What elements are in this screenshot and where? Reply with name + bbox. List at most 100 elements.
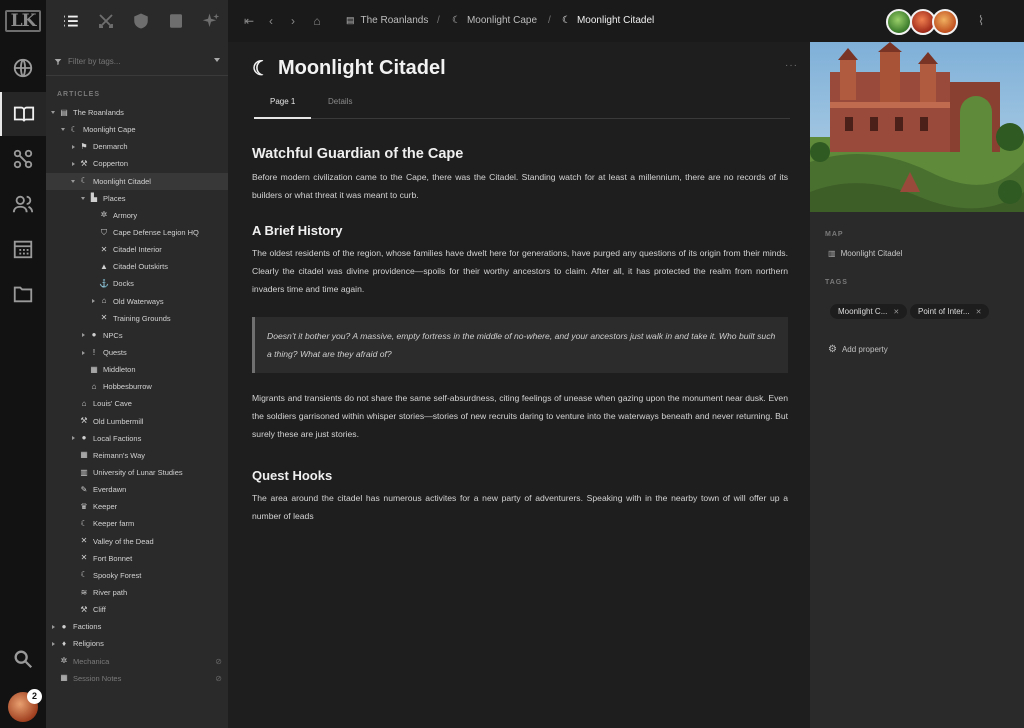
- gear-plus-icon: ⚙: [828, 344, 837, 355]
- columns-icon: ⌂: [101, 296, 107, 306]
- breadcrumb-item[interactable]: ▤ The Roanlands: [346, 15, 428, 26]
- moon-icon: ☾: [80, 518, 88, 528]
- swords-icon: ✕: [80, 536, 88, 546]
- calendar-icon[interactable]: [0, 227, 46, 271]
- forward-arrow-icon[interactable]: ›: [286, 14, 300, 28]
- chevron-right-icon[interactable]: [49, 624, 57, 629]
- tree-item[interactable]: ☾ Keeper farm: [46, 515, 228, 532]
- tree-item[interactable]: ✲ Mechanica ⊘: [46, 653, 228, 670]
- tag-chip[interactable]: Point of Inter... ✕: [910, 304, 990, 319]
- chevron-down-icon[interactable]: [79, 196, 87, 200]
- top-bar: ⇤ ‹ › ⌂ ▤ The Roanlands / ☾ Moonlight Ca…: [228, 0, 1024, 42]
- crossed-swords-icon[interactable]: [89, 0, 124, 42]
- articles-book-icon[interactable]: [0, 92, 46, 136]
- tree-item[interactable]: ☾ Moonlight Cape: [46, 121, 228, 138]
- shield-icon[interactable]: [124, 0, 159, 42]
- list-icon[interactable]: [54, 0, 89, 42]
- collapse-sidebar-icon[interactable]: ⇤: [242, 14, 256, 28]
- tree-item[interactable]: ● NPCs: [46, 327, 228, 344]
- chevron-down-icon[interactable]: [69, 179, 77, 183]
- tree-item-label: Religions: [73, 639, 104, 649]
- paragraph: The area around the citadel has numerous…: [252, 493, 788, 521]
- chevron-right-icon[interactable]: [49, 641, 57, 646]
- tree-item[interactable]: ! Quests: [46, 344, 228, 361]
- tree-item[interactable]: ● Local Factions: [46, 430, 228, 447]
- sparkles-icon[interactable]: [193, 0, 228, 42]
- tree-item[interactable]: ▤ The Roanlands: [46, 104, 228, 121]
- close-icon[interactable]: ✕: [976, 309, 982, 316]
- eye-off-icon[interactable]: ⊘: [215, 657, 222, 666]
- tree-item[interactable]: ✕ Fort Bonnet: [46, 550, 228, 567]
- player-avatar[interactable]: [886, 9, 912, 35]
- chevron-down-icon[interactable]: [214, 58, 220, 62]
- tree-item[interactable]: ▦ Middleton: [46, 361, 228, 378]
- tree-item[interactable]: ✕ Training Grounds: [46, 310, 228, 327]
- chevron-right-icon[interactable]: [79, 350, 87, 355]
- eye-off-icon[interactable]: ⊘: [215, 674, 222, 683]
- chevron-right-icon[interactable]: [89, 299, 97, 304]
- tree-item[interactable]: ⌂ Louis' Cave: [46, 395, 228, 412]
- tree-item[interactable]: ⚒ Cliff: [46, 601, 228, 618]
- gear-icon: ✲: [100, 210, 108, 220]
- tree-item-label: Armory: [113, 210, 138, 220]
- exclamation-icon: !: [92, 347, 96, 357]
- tree-item[interactable]: ⚑ Denmarch: [46, 138, 228, 155]
- tree-item[interactable]: ▦ Reimann's Way: [46, 447, 228, 464]
- activity-pulse-icon[interactable]: ⌇: [974, 14, 988, 28]
- folder-icon[interactable]: [0, 272, 46, 316]
- tree-item[interactable]: ⌂ Hobbesburrow: [46, 378, 228, 395]
- tree-item[interactable]: ▲ Citadel Outskirts: [46, 258, 228, 275]
- tree-item[interactable]: ▙ Places: [46, 190, 228, 207]
- tab-page-1[interactable]: Page 1: [254, 92, 312, 119]
- crown-icon: ♛: [80, 501, 88, 511]
- chevron-down-icon[interactable]: [49, 111, 57, 115]
- notebook-icon[interactable]: [158, 0, 193, 42]
- tree-item-label: Spooky Forest: [93, 570, 142, 580]
- tree-item[interactable]: ✎ Everdawn: [46, 481, 228, 498]
- chevron-right-icon[interactable]: [69, 161, 77, 166]
- tree-item[interactable]: ⚓ Docks: [46, 275, 228, 292]
- tree-item[interactable]: ⛉ Cape Defense Legion HQ: [46, 224, 228, 241]
- tree-item[interactable]: ☾ Moonlight Citadel: [46, 172, 228, 190]
- more-options-icon[interactable]: ···: [785, 60, 798, 71]
- tree-item[interactable]: ● Factions: [46, 618, 228, 635]
- chevron-down-icon[interactable]: [59, 128, 67, 132]
- breadcrumb-item[interactable]: ☾ Moonlight Cape: [452, 15, 537, 26]
- tag-filter-input[interactable]: [68, 57, 208, 66]
- tree-item[interactable]: ♦ Religions: [46, 635, 228, 652]
- breadcrumb-current[interactable]: ☾ Moonlight Citadel: [562, 15, 654, 26]
- app-logo[interactable]: LK: [5, 10, 41, 32]
- tree-item[interactable]: ⌂ Old Waterways: [46, 293, 228, 310]
- tree-item[interactable]: ♛ Keeper: [46, 498, 228, 515]
- pickaxe-icon: ⚒: [80, 604, 88, 614]
- tree-item[interactable]: ▦ Session Notes ⊘: [46, 670, 228, 687]
- sidebar: ARTICLES ▤ The Roanlands ☾ Moonlight Cape ⚑ D…: [46, 0, 228, 728]
- cover-image[interactable]: [810, 42, 1024, 212]
- tree-item[interactable]: ▥ University of Lunar Studies: [46, 464, 228, 481]
- search-icon[interactable]: [0, 637, 46, 681]
- tree-item[interactable]: ⚒ Old Lumbermill: [46, 413, 228, 430]
- globe-icon[interactable]: [0, 46, 46, 90]
- tree-item-label: River path: [93, 588, 128, 597]
- chevron-right-icon[interactable]: [79, 333, 87, 338]
- tab-details[interactable]: Details: [312, 92, 368, 119]
- tag-chip[interactable]: Moonlight C... ✕: [830, 304, 908, 319]
- home-icon[interactable]: ⌂: [310, 14, 324, 28]
- tree-item[interactable]: ✲ Armory: [46, 207, 228, 224]
- chevron-right-icon[interactable]: [69, 436, 77, 441]
- tree-item-label: The Roanlands: [73, 108, 124, 118]
- close-icon[interactable]: ✕: [893, 309, 899, 316]
- back-arrow-icon[interactable]: ‹: [264, 14, 278, 28]
- add-property-button[interactable]: ⚙ Add property: [828, 344, 888, 355]
- tree-item[interactable]: ✕ Citadel Interior: [46, 241, 228, 258]
- tree-item[interactable]: ✕ Valley of the Dead: [46, 533, 228, 550]
- nodes-icon[interactable]: [0, 137, 46, 181]
- tree-item[interactable]: ≋ River path: [46, 584, 228, 601]
- tree-item[interactable]: ☾ Spooky Forest: [46, 567, 228, 584]
- tree-item[interactable]: ⚒ Copperton: [46, 155, 228, 172]
- chevron-right-icon[interactable]: [69, 144, 77, 149]
- tree-item-label: Old Lumbermill: [93, 416, 144, 426]
- map-link[interactable]: ▥ Moonlight Citadel: [828, 249, 902, 258]
- player-avatar[interactable]: [932, 9, 958, 35]
- people-icon[interactable]: [0, 182, 46, 226]
